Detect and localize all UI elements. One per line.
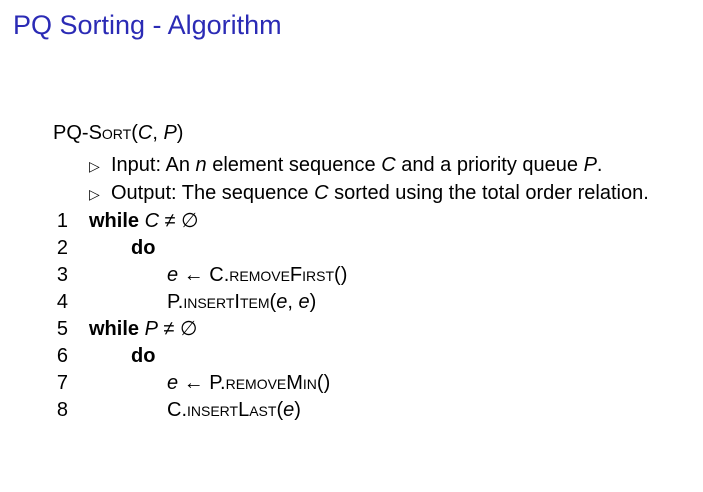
code-line-2: do <box>131 235 155 262</box>
comment-text: Input: An <box>111 154 196 176</box>
triangle-marker-icon: ▷ <box>89 186 100 202</box>
assign-arrow: ← <box>178 372 210 394</box>
comment-text: . <box>596 154 603 176</box>
keyword-while: while <box>89 318 140 340</box>
code-line-4: P.insertItem(e, e) <box>167 289 316 316</box>
object-c: C. <box>209 264 230 286</box>
assign-arrow: ← <box>178 264 210 286</box>
call-args: () <box>316 372 331 394</box>
call-args: () <box>334 264 348 286</box>
param-close: ) <box>176 122 184 144</box>
not-empty-condition: ≠ ∅ <box>159 210 199 232</box>
param-p: P <box>163 122 177 144</box>
var-p: P <box>144 318 158 340</box>
comment-text: sorted using the total order relation. <box>328 182 649 204</box>
not-empty-condition: ≠ ∅ <box>157 318 198 340</box>
code-line-8: C.insertLast(e) <box>167 397 301 424</box>
arg-e: e <box>298 291 310 313</box>
code-line-3: e ← C.removeFirst() <box>167 262 347 289</box>
arg-e: e <box>276 291 288 313</box>
args-close: ) <box>309 291 317 313</box>
method-insert-last: insertLast <box>187 399 277 421</box>
args-separator: , <box>287 291 299 313</box>
arg-e: e <box>283 399 295 421</box>
line-number: 2 <box>56 237 68 259</box>
line-number: 8 <box>56 399 68 421</box>
var-c: C <box>144 210 160 232</box>
param-c: C <box>137 122 153 144</box>
comment-var-n: n <box>195 154 207 176</box>
comment-text: element sequence <box>206 154 382 176</box>
code-line-1: while C ≠ ∅ <box>89 208 199 235</box>
comment-text: and a priority queue <box>395 154 584 176</box>
keyword-do: do <box>131 237 156 259</box>
comment-var-p: P <box>583 154 597 176</box>
param-separator: , <box>152 122 164 144</box>
algorithm-signature: PQ-Sort(C, P) <box>53 118 183 148</box>
method-insert-item: insertItem <box>183 291 270 313</box>
code-line-5: while P ≠ ∅ <box>89 316 197 343</box>
var-e: e <box>167 372 179 394</box>
line-number: 6 <box>56 345 68 367</box>
object-p: P. <box>209 372 226 394</box>
line-number: 1 <box>56 210 68 232</box>
comment-input: ▷ Input: An n element sequence C and a pr… <box>89 152 602 179</box>
object-c: C. <box>167 399 187 421</box>
algorithm-name-prefix: PQ- <box>53 122 89 144</box>
code-line-6: do <box>131 343 155 370</box>
keyword-do: do <box>131 345 156 367</box>
slide-title: PQ Sorting - Algorithm <box>13 10 282 40</box>
method-remove-first: removeFirst <box>229 264 335 286</box>
line-number: 4 <box>56 291 68 313</box>
code-line-7: e ← P.removeMin() <box>167 370 330 397</box>
line-number: 7 <box>56 372 68 394</box>
line-number: 5 <box>56 318 68 340</box>
object-p: P. <box>167 291 184 313</box>
method-remove-min: removeMin <box>225 372 317 394</box>
comment-var-c: C <box>381 154 396 176</box>
args-close: ) <box>294 399 301 421</box>
algorithm-name: Sort <box>88 122 132 144</box>
comment-output: ▷ Output: The sequence C sorted using the… <box>89 180 649 207</box>
comment-text: Output: The sequence <box>111 182 315 204</box>
keyword-while: while <box>89 210 140 232</box>
line-number: 3 <box>56 264 68 286</box>
param-open: ( <box>131 122 138 144</box>
comment-var-c: C <box>314 182 329 204</box>
triangle-marker-icon: ▷ <box>89 158 100 174</box>
var-e: e <box>167 264 179 286</box>
